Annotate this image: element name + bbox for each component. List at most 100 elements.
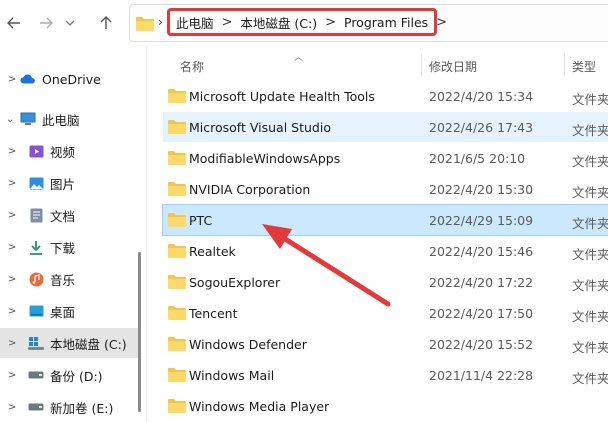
file-name: Tencent [189,306,238,321]
file-type: 文件夹 [572,216,608,231]
sidebar-item-label: 音乐 [50,272,76,288]
sidebar-item-documents[interactable]: > 文档 [0,200,140,230]
chevron-right-icon[interactable]: > [8,74,16,85]
cloud-icon [20,71,36,87]
file-date: 2022/4/20 15:34 [429,89,534,104]
breadcrumb-local-disk-c[interactable]: 本地磁盘 (C:) [240,13,317,32]
computer-icon [20,111,36,127]
file-date: 2022/4/20 17:22 [429,275,534,290]
breadcrumb-this-pc[interactable]: 此电脑 [176,13,214,32]
chevron-right-icon[interactable]: > [8,306,16,317]
table-row[interactable]: Windows Mail 2021/11/4 22:28 文件夹 [163,360,608,390]
folder-icon [168,337,186,351]
file-name: Microsoft Visual Studio [189,120,331,135]
navigation-pane: > OneDrive ⌄ 此电脑 > 视频 > 图片 > 文档 > 下载 > 音… [0,46,141,422]
sidebar-item-label: OneDrive [42,71,101,87]
arrow-right-icon [40,17,53,29]
folder-icon [168,151,186,165]
table-row[interactable]: SogouExplorer 2022/4/20 17:22 文件夹 [163,267,608,297]
sidebar-item-label: 备份 (D:) [50,368,103,384]
file-name: Windows Media Player [189,399,330,414]
breadcrumb-program-files[interactable]: Program Files [344,15,428,30]
pane-divider[interactable] [146,46,147,421]
folder-icon [168,306,186,320]
chevron-right-icon[interactable]: > [8,274,16,285]
column-separator[interactable] [421,54,422,76]
column-header: ︿ 名称 修改日期 类型 [148,46,608,78]
sidebar-item-this-pc[interactable]: ⌄ 此电脑 [0,104,140,134]
sidebar-item-label: 本地磁盘 (C:) [50,336,127,352]
chevron-down-icon[interactable]: ⌄ [6,114,14,125]
sidebar-item-label: 文档 [50,208,76,224]
drive-icon [28,399,44,415]
recent-locations-button[interactable] [60,8,80,38]
table-row[interactable]: ModifiableWindowsApps 2021/6/5 20:10 文件夹 [163,143,608,173]
sidebar-item-label: 此电脑 [42,112,80,128]
file-type: 文件夹 [572,185,608,200]
folder-icon [168,399,186,413]
sidebar-item-pictures[interactable]: > 图片 [0,168,140,198]
arrow-up-icon [100,16,112,29]
sidebar-item-downloads[interactable]: > 下载 [0,232,140,262]
column-type[interactable]: 类型 [572,58,596,75]
table-row-ptc[interactable]: PTC 2022/4/29 15:09 文件夹 [162,204,608,236]
back-button[interactable] [0,8,28,38]
file-list: ︿ 名称 修改日期 类型 Microsoft Update Health Too… [148,46,608,421]
column-name[interactable]: 名称 [180,58,204,75]
breadcrumb-separator[interactable]: > [222,15,233,30]
sidebar-item-onedrive[interactable]: > OneDrive [0,64,140,94]
table-row[interactable]: Microsoft Visual Studio 2022/4/26 17:43 … [163,112,608,142]
sidebar-item-videos[interactable]: > 视频 [0,136,140,166]
table-row[interactable]: Windows Defender 2022/4/20 15:52 文件夹 [163,329,608,359]
file-date: 2021/11/4 22:28 [429,368,534,383]
file-name: PTC [189,213,213,228]
table-row[interactable]: Realtek 2022/4/20 15:46 文件夹 [163,236,608,266]
breadcrumb-separator[interactable]: > [436,15,447,30]
file-name: SogouExplorer [189,275,281,290]
folder-icon [168,244,186,258]
sidebar-item-new-volume-e[interactable]: > 新加卷 (E:) [0,392,140,422]
toolbar: › 此电脑 > 本地磁盘 (C:) > Program Files > [0,0,608,46]
sidebar-scrollbar[interactable] [138,252,141,412]
address-chevron-icon: › [158,15,163,29]
sidebar-item-label: 新加卷 (E:) [50,400,114,416]
sidebar-item-label: 视频 [50,144,76,160]
file-name: Windows Defender [189,337,307,352]
arrow-left-icon [7,17,20,29]
sidebar-item-label: 下载 [50,240,76,256]
download-icon [28,239,44,255]
chevron-right-icon[interactable]: > [8,402,16,413]
music-icon [28,271,44,287]
chevron-right-icon[interactable]: > [8,370,16,381]
windows-drive-icon [28,335,44,351]
chevron-right-icon[interactable]: > [8,242,16,253]
table-row[interactable]: Windows Media Player [163,391,608,421]
chevron-right-icon[interactable]: > [8,146,16,157]
file-name: Windows Mail [189,368,275,383]
sidebar-item-music[interactable]: > 音乐 [0,264,140,294]
chevron-right-icon[interactable]: > [8,210,16,221]
folder-icon [168,120,186,134]
file-date: 2022/4/20 15:46 [429,244,534,259]
column-date[interactable]: 修改日期 [429,58,477,75]
file-date: 2022/4/20 15:30 [429,182,534,197]
table-row[interactable]: Microsoft Update Health Tools 2022/4/20 … [163,81,608,111]
file-name: NVIDIA Corporation [189,182,311,197]
folder-icon [168,213,186,227]
video-icon [28,143,44,159]
table-row[interactable]: NVIDIA Corporation 2022/4/20 15:30 文件夹 [163,174,608,204]
file-date: 2021/6/5 20:10 [429,151,526,166]
file-type: 文件夹 [572,371,608,386]
file-name: Microsoft Update Health Tools [189,89,375,104]
column-separator[interactable] [564,54,565,76]
sidebar-item-desktop[interactable]: > 桌面 [0,296,140,326]
folder-icon [136,17,154,31]
up-button[interactable] [92,8,120,38]
breadcrumb-separator[interactable]: > [325,15,336,30]
table-row[interactable]: Tencent 2022/4/20 17:50 文件夹 [163,298,608,328]
sidebar-item-backup-d[interactable]: > 备份 (D:) [0,360,140,390]
sidebar-item-local-disk-c[interactable]: > 本地磁盘 (C:) [0,328,140,358]
forward-button[interactable] [32,8,60,38]
chevron-right-icon[interactable]: > [8,178,16,189]
chevron-right-icon[interactable]: > [8,338,16,349]
